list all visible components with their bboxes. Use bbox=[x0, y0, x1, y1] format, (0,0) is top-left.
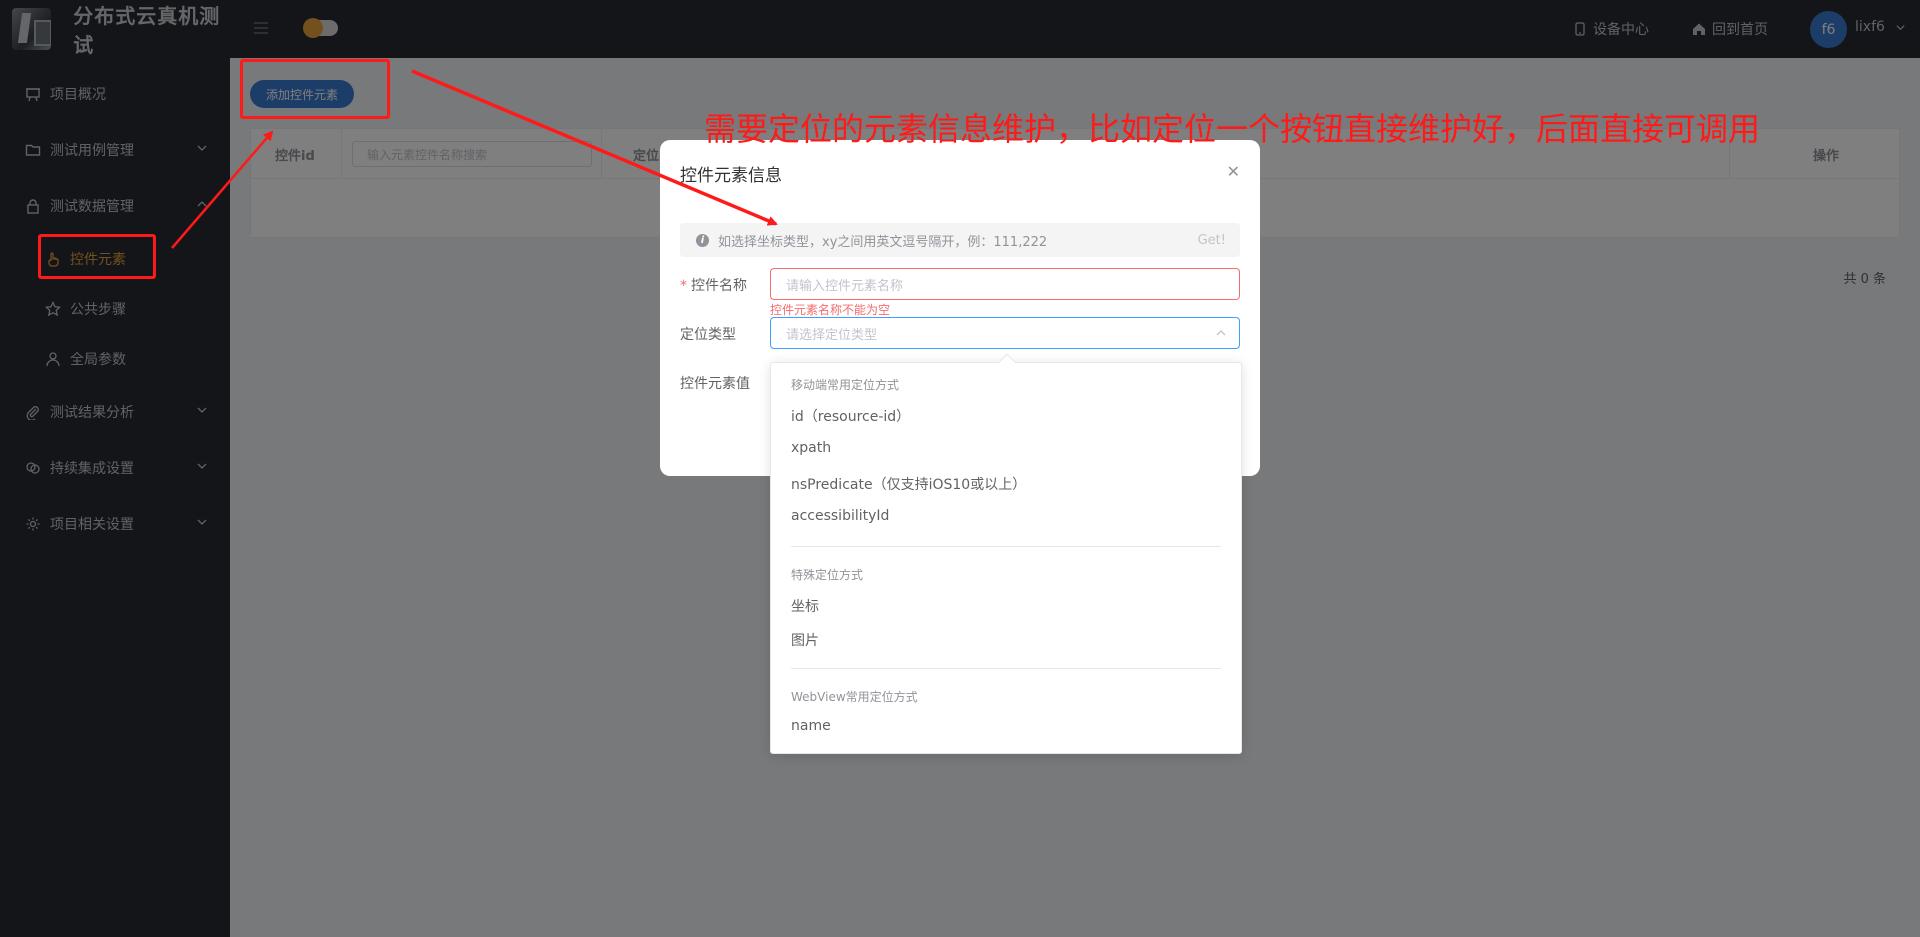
chevron-up-icon bbox=[1216, 330, 1226, 336]
group-divider bbox=[791, 668, 1221, 669]
group-title-mobile: 移动端常用定位方式 bbox=[791, 378, 900, 392]
select-placeholder: 请选择定位类型 bbox=[786, 327, 878, 343]
dialog-title: 控件元素信息 bbox=[680, 166, 782, 186]
annotation-text: 需要定位的元素信息维护，比如定位一个按钮直接维护好，后面直接可调用 bbox=[704, 110, 1761, 148]
type-label: 定位类型 bbox=[680, 327, 736, 343]
alert-got-it-button[interactable]: Get! bbox=[1198, 233, 1226, 248]
close-icon[interactable]: ✕ bbox=[1227, 162, 1240, 181]
required-mark: * bbox=[680, 278, 687, 294]
info-icon: i bbox=[696, 233, 709, 247]
name-label: * 控件名称 bbox=[680, 275, 747, 295]
name-label-text: 控件名称 bbox=[691, 278, 747, 294]
annotation-box-sidebar bbox=[38, 234, 156, 279]
option-id[interactable]: id（resource-id） bbox=[791, 406, 910, 426]
value-label: 控件元素值 bbox=[680, 376, 750, 392]
option-image[interactable]: 图片 bbox=[791, 630, 819, 650]
option-coordinate[interactable]: 坐标 bbox=[791, 596, 819, 616]
group-divider bbox=[791, 546, 1221, 547]
group-title-special: 特殊定位方式 bbox=[791, 568, 864, 582]
element-name-input[interactable]: 请输入控件元素名称 bbox=[770, 268, 1240, 300]
locate-type-select[interactable]: 请选择定位类型 bbox=[770, 317, 1240, 349]
info-alert: i 如选择坐标类型，xy之间用英文逗号隔开，例：111,222 Get! bbox=[680, 223, 1240, 257]
option-accessibility-id[interactable]: accessibilityId bbox=[791, 508, 889, 524]
locate-type-dropdown: 移动端常用定位方式 id（resource-id） xpath nsPredic… bbox=[770, 353, 1242, 754]
alert-text: 如选择坐标类型，xy之间用英文逗号隔开，例：111,222 bbox=[718, 234, 1048, 250]
option-nspredicate[interactable]: nsPredicate（仅支持iOS10或以上） bbox=[791, 474, 1026, 494]
option-xpath[interactable]: xpath bbox=[791, 440, 831, 456]
name-error-text: 控件元素名称不能为空 bbox=[770, 303, 891, 317]
annotation-box-add-button bbox=[240, 59, 390, 119]
group-title-webview: WebView常用定位方式 bbox=[791, 690, 918, 704]
option-name[interactable]: name bbox=[791, 718, 831, 734]
